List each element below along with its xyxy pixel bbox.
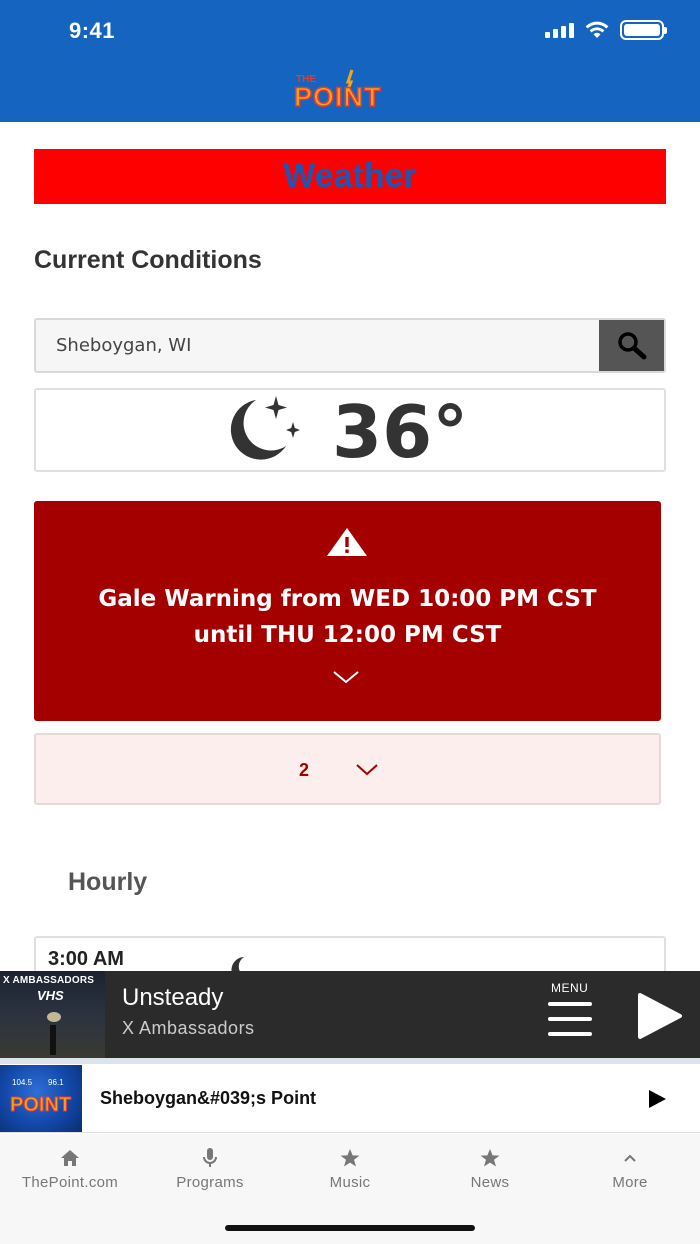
nav-label: Programs: [176, 1174, 244, 1191]
album-artist: X AMBASSADORS: [3, 975, 95, 986]
chevron-up-icon: [624, 1154, 636, 1162]
battery-icon: [620, 20, 667, 40]
status-time: 9:41: [69, 18, 116, 43]
hourly-heading: Hourly: [68, 868, 148, 896]
nav-thepoint[interactable]: ThePoint.com: [0, 1146, 140, 1191]
chevron-down-icon[interactable]: [332, 669, 360, 685]
status-icons: [545, 20, 667, 40]
nav-label: More: [612, 1174, 648, 1191]
chevron-down-icon: [356, 764, 378, 776]
search-button[interactable]: [599, 320, 664, 371]
warning-icon: [327, 528, 367, 556]
svg-text:POINT: POINT: [10, 1094, 71, 1116]
station-strip[interactable]: 104.5 96.1 POINT Sheboygan&#039;s Point: [0, 1064, 700, 1133]
weather-banner: Weather: [34, 149, 666, 204]
svg-text:POINT: POINT: [294, 82, 382, 112]
location-search: [34, 318, 666, 373]
track-artist: X Ambassadors: [122, 1018, 255, 1038]
nav-label: ThePoint.com: [21, 1174, 119, 1191]
hourly-time: 3:00 AM: [48, 948, 124, 970]
star-icon: [480, 1149, 500, 1167]
svg-text:96.1: 96.1: [48, 1078, 64, 1087]
app-header: 9:41 THE POINT: [0, 0, 700, 122]
alert-line-1: Gale Warning from WED 10:00 PM CST: [98, 586, 597, 612]
current-temperature: 36°: [332, 390, 469, 474]
page-title: Weather: [283, 157, 417, 195]
search-icon: [617, 331, 646, 359]
station-name: Sheboygan&#039;s Point: [100, 1088, 317, 1108]
nav-more[interactable]: More: [560, 1146, 700, 1191]
wifi-icon: [585, 21, 609, 38]
nav-label: News: [470, 1174, 510, 1191]
track-title: Unsteady: [122, 984, 224, 1011]
alert-line-2: until THU 12:00 PM CST: [193, 622, 502, 648]
play-icon[interactable]: [632, 991, 686, 1041]
cellular-signal-icon: [545, 22, 574, 38]
nav-news[interactable]: News: [420, 1146, 560, 1191]
current-conditions-card: 36°: [34, 388, 666, 472]
alert-message: Gale Warning from WED 10:00 PM CST until…: [34, 581, 661, 653]
station-play-icon[interactable]: [646, 1088, 668, 1110]
nav-programs[interactable]: Programs: [140, 1146, 280, 1191]
nav-music[interactable]: Music: [280, 1146, 420, 1191]
star-icon: [340, 1149, 360, 1167]
nav-label: Music: [329, 1174, 371, 1191]
svg-text:104.5: 104.5: [12, 1078, 33, 1087]
now-playing-bar[interactable]: X AMBASSADORS VHS Unsteady X Ambassadors…: [0, 971, 700, 1058]
home-indicator: [225, 1225, 475, 1231]
station-logo-thumbnail: 104.5 96.1 POINT: [0, 1065, 82, 1132]
microphone-icon: [203, 1148, 217, 1167]
home-icon: [61, 1150, 79, 1166]
moon-stars-icon: [230, 396, 300, 460]
weather-alert[interactable]: Gale Warning from WED 10:00 PM CST until…: [34, 501, 661, 721]
menu-label: MENU: [551, 981, 589, 995]
album-figure: [47, 1012, 61, 1055]
more-alerts-count: 2: [299, 760, 310, 780]
album-art[interactable]: X AMBASSADORS VHS: [0, 971, 105, 1058]
station-logo[interactable]: THE POINT: [290, 68, 410, 113]
location-search-input[interactable]: [36, 320, 601, 371]
album-name: VHS: [37, 988, 64, 1003]
more-alerts-toggle[interactable]: 2: [34, 733, 661, 805]
menu-button[interactable]: MENU: [546, 981, 596, 1047]
current-conditions-heading: Current Conditions: [34, 246, 262, 274]
